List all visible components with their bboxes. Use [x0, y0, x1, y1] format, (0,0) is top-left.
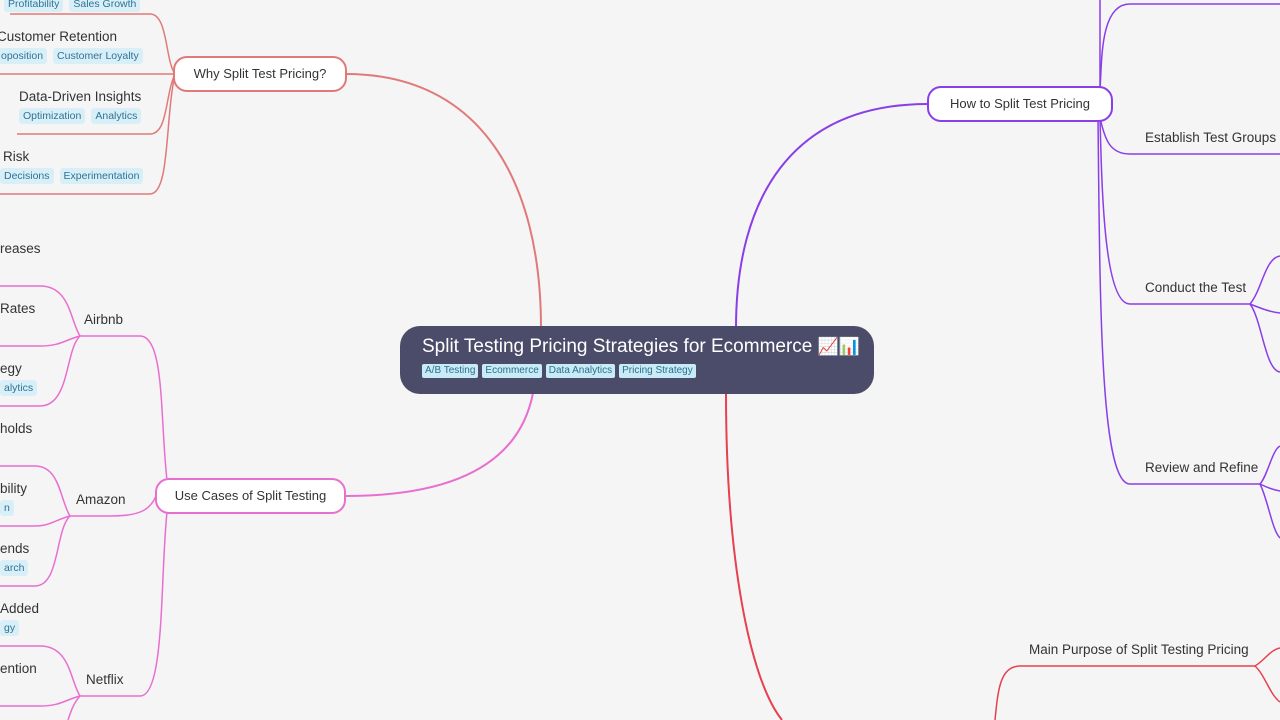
link-netflix-2	[0, 695, 81, 707]
tag[interactable]: Sales Growth	[69, 0, 141, 12]
link-purpose-main	[994, 665, 1255, 720]
link-usecases-airbnb	[80, 335, 168, 481]
node-review-refine[interactable]: Review and Refine	[1145, 460, 1258, 475]
tag[interactable]: n	[0, 500, 14, 516]
link-root-why	[345, 73, 542, 329]
link-review-1	[1259, 445, 1280, 485]
node-amazon-3[interactable]: ends arch	[0, 541, 29, 576]
node-label: Added	[0, 601, 40, 616]
link-root-how	[735, 103, 929, 329]
root-tag[interactable]: Pricing Strategy	[619, 364, 696, 378]
root-title-text: Split Testing Pricing Strategies for Eco…	[422, 336, 813, 357]
node-amazon-1[interactable]: holds	[0, 421, 32, 436]
tag[interactable]: Optimization	[19, 108, 86, 124]
link-main-2	[1254, 665, 1280, 703]
node-label: egy	[0, 361, 22, 376]
link-amazon-2	[0, 515, 71, 527]
tag[interactable]: Experimentation	[59, 168, 144, 184]
node-use-cases[interactable]: Use Cases of Split Testing	[155, 478, 346, 514]
node-why-split-test[interactable]: Why Split Test Pricing?	[173, 56, 347, 92]
node-netflix[interactable]: Netflix	[86, 672, 124, 687]
node-main-purpose[interactable]: Main Purpose of Split Testing Pricing	[1029, 642, 1249, 657]
node-airbnb-3[interactable]: egy alytics	[0, 361, 38, 396]
link-main-1	[1254, 647, 1280, 667]
node-conduct-test[interactable]: Conduct the Test	[1145, 280, 1246, 295]
tag[interactable]: Decisions	[0, 168, 54, 184]
root-node[interactable]: Split Testing Pricing Strategies for Eco…	[400, 326, 874, 394]
node-label: ends	[0, 541, 30, 556]
node-label: Customer Retention	[0, 29, 118, 44]
tag[interactable]: Analytics	[91, 108, 142, 124]
node-netflix-2[interactable]: ention	[0, 661, 37, 676]
root-tag[interactable]: Data Analytics	[545, 364, 616, 378]
link-how-top	[1099, 3, 1280, 91]
node-why-insights[interactable]: Data-Driven Insights Optimization Analyt…	[19, 89, 142, 124]
node-airbnb-2[interactable]: Rates	[0, 301, 35, 316]
node-airbnb-1[interactable]: reases	[0, 241, 41, 256]
link-root-purpose	[725, 392, 783, 720]
link-airbnb-2	[0, 335, 81, 347]
node-label: Rates	[0, 301, 36, 316]
root-title: Split Testing Pricing Strategies for Eco…	[422, 336, 860, 358]
node-establish-test-groups[interactable]: Establish Test Groups	[1145, 130, 1276, 145]
root-tag[interactable]: Ecommerce	[482, 364, 542, 378]
tag[interactable]: alytics	[0, 380, 38, 396]
link-review-3	[1259, 483, 1280, 539]
tag[interactable]: Profitability	[4, 0, 64, 12]
node-why-risk[interactable]: Risk Decisions Experimentation	[0, 149, 144, 184]
link-conduct-1	[1249, 255, 1280, 305]
node-label: Risk	[3, 149, 30, 164]
tag[interactable]: Customer Loyalty	[53, 48, 143, 64]
chart-emoji-icon: 📈📊	[817, 337, 860, 356]
link-conduct-3	[1249, 303, 1280, 373]
root-tag[interactable]: A/B Testing	[422, 364, 479, 378]
tag[interactable]: oposition	[0, 48, 48, 64]
link-how-conduct	[1099, 117, 1250, 305]
tag[interactable]: gy	[0, 620, 20, 636]
node-label: bility	[0, 481, 28, 496]
node-why-profitability[interactable]: Profitability Sales Growth	[0, 0, 141, 12]
node-label: Data-Driven Insights	[19, 89, 142, 104]
node-airbnb[interactable]: Airbnb	[84, 312, 123, 327]
node-label: holds	[0, 421, 33, 436]
link-root-usecases	[345, 392, 534, 497]
tag[interactable]: arch	[0, 560, 29, 576]
node-amazon-2[interactable]: bility n	[0, 481, 27, 516]
node-why-retention[interactable]: Customer Retention oposition Customer Lo…	[0, 29, 143, 64]
node-how-to-split-test[interactable]: How to Split Test Pricing	[927, 86, 1113, 122]
node-label: reases	[0, 241, 41, 256]
node-netflix-1[interactable]: Added gy	[0, 601, 39, 636]
link-usecases-netflix	[80, 511, 168, 697]
root-tags: A/B Testing Ecommerce Data Analytics Pri…	[422, 364, 852, 378]
node-amazon[interactable]: Amazon	[76, 492, 126, 507]
node-label: ention	[0, 661, 37, 676]
